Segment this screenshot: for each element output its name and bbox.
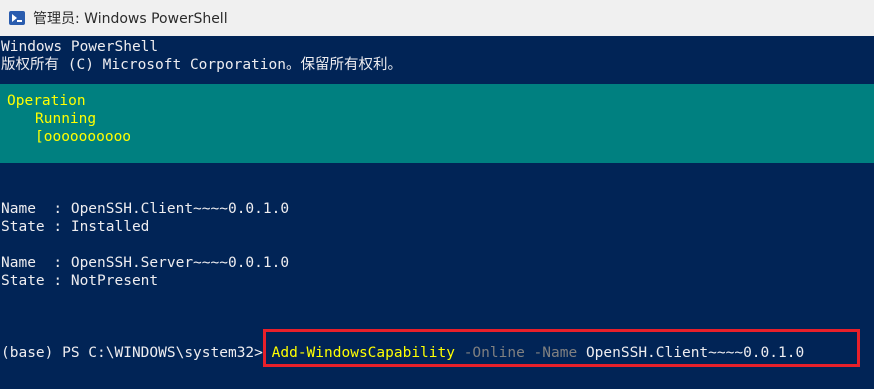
progress-panel: Operation Running [oooooooooo [0, 84, 874, 163]
header-line-2: 版权所有 (C) Microsoft Corporation。保留所有权利。 [1, 57, 402, 73]
progress-activity: Operation [7, 93, 86, 109]
title-bar[interactable]: 管理员: Windows PowerShell [0, 0, 874, 36]
powershell-icon [9, 11, 25, 25]
header-line-1: Windows PowerShell [1, 39, 159, 55]
result-state-line: State : NotPresent [1, 273, 159, 289]
result-name-line: Name : OpenSSH.Server~~~~0.0.1.0 [1, 255, 290, 271]
highlight-box [263, 329, 860, 367]
prompt-text: (base) PS C:\WINDOWS\system32> [1, 345, 263, 361]
progress-bar: [oooooooooo [35, 129, 132, 145]
progress-status: Running [35, 111, 97, 127]
console-area[interactable]: Windows PowerShell 版权所有 (C) Microsoft Co… [0, 36, 874, 389]
window-title: 管理员: Windows PowerShell [33, 11, 228, 27]
result-name-line: Name : OpenSSH.Client~~~~0.0.1.0 [1, 201, 290, 217]
result-state-line: State : Installed [1, 219, 150, 235]
